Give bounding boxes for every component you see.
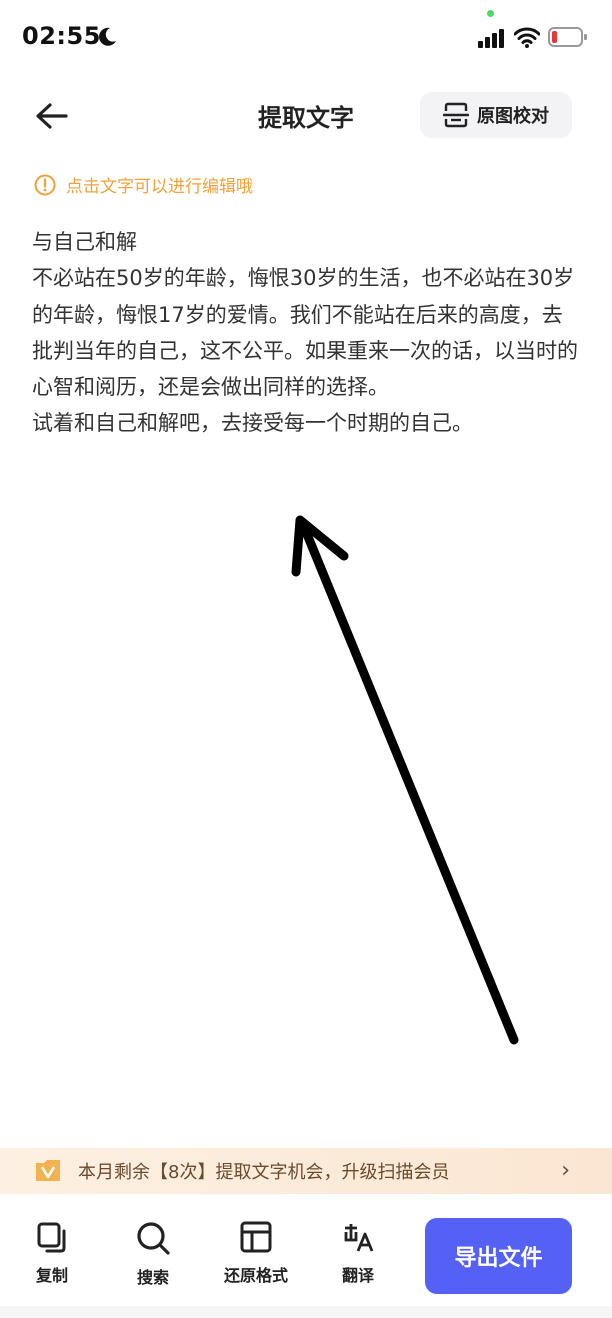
privacy-indicator-dot xyxy=(487,10,494,17)
translate-icon xyxy=(344,1224,374,1252)
membership-promo-bar[interactable]: 本月剩余【8次】提取文字机会，升级扫描会员 › xyxy=(0,1148,612,1194)
translate-button[interactable]: 翻译 xyxy=(318,1220,398,1286)
search-label: 搜索 xyxy=(136,1268,169,1287)
vip-badge-icon xyxy=(36,1160,60,1181)
restore-format-label: 还原格式 xyxy=(223,1266,288,1285)
copy-button[interactable]: 复制 xyxy=(12,1220,92,1286)
home-indicator-area xyxy=(0,1306,612,1318)
text-paragraph[interactable]: 不必站在50岁的年龄，悔恨30岁的生活，也不必站在30岁的年龄，悔恨17岁的爱情… xyxy=(32,260,580,405)
moon-icon xyxy=(99,27,116,46)
layout-format-icon xyxy=(240,1221,272,1253)
wifi-icon xyxy=(514,27,540,48)
text-paragraph[interactable]: 试着和自己和解吧，去接受每一个时期的自己。 xyxy=(32,405,580,441)
promo-text: 本月剩余【8次】提取文字机会，升级扫描会员 xyxy=(78,1162,450,1183)
extracted-text-area[interactable]: 与自己和解 不必站在50岁的年龄，悔恨30岁的生活，也不必站在30岁的年龄，悔恨… xyxy=(32,224,580,442)
status-time: 02:55 xyxy=(22,22,101,50)
edit-hint: 点击文字可以进行编辑哦 xyxy=(34,172,253,197)
annotation-arrow xyxy=(291,515,519,1045)
edit-hint-text: 点击文字可以进行编辑哦 xyxy=(66,177,253,197)
cellular-signal-icon xyxy=(478,29,504,48)
chevron-right-icon: › xyxy=(561,1158,570,1183)
text-paragraph[interactable]: 与自己和解 xyxy=(32,224,580,260)
search-button[interactable]: 搜索 xyxy=(113,1220,193,1288)
bottom-toolbar: 复制 搜索 还原格式 翻译 导出文件 xyxy=(0,1194,612,1318)
compare-icon xyxy=(443,102,469,128)
battery-low-icon xyxy=(548,27,587,47)
restore-format-button[interactable]: 还原格式 xyxy=(216,1220,296,1286)
info-icon xyxy=(34,174,56,195)
search-icon xyxy=(137,1222,170,1255)
copy-icon xyxy=(37,1222,66,1253)
translate-label: 翻译 xyxy=(341,1266,374,1285)
compare-original-button[interactable]: 原图校对 xyxy=(420,92,572,138)
compare-original-label: 原图校对 xyxy=(477,106,549,127)
export-file-button[interactable]: 导出文件 xyxy=(425,1218,572,1294)
copy-label: 复制 xyxy=(35,1266,68,1285)
